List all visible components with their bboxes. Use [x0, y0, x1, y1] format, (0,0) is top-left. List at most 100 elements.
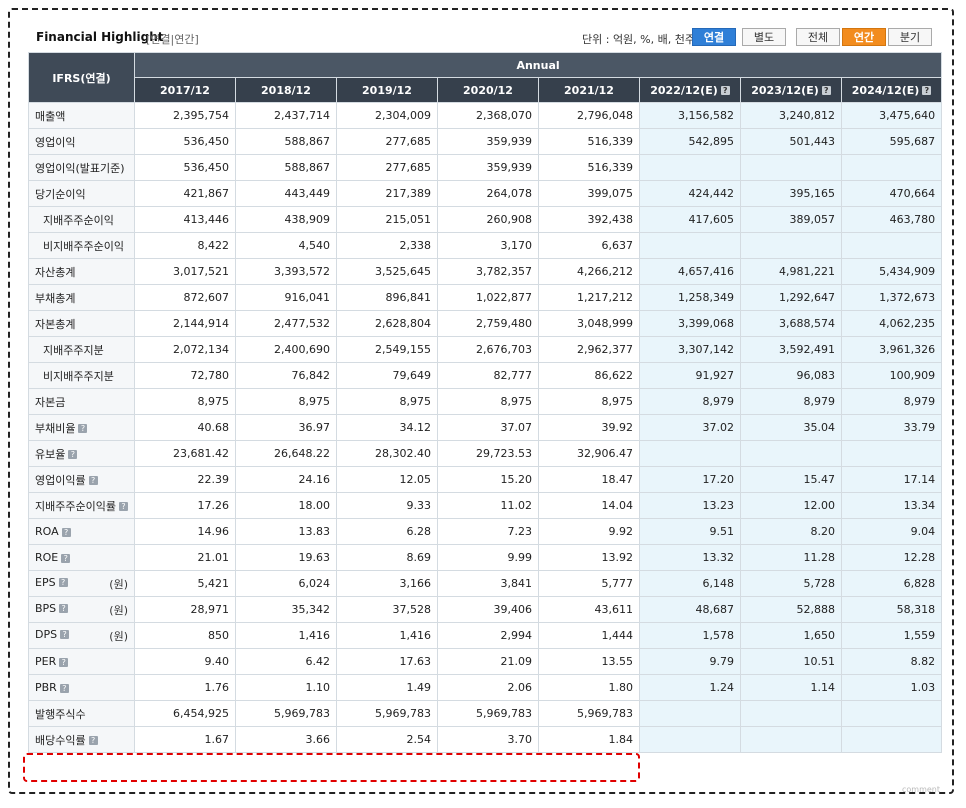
value-cell: 395,165 [740, 180, 842, 207]
value-cell: 13.34 [840, 492, 943, 519]
row-label: 비지배주주순이익 [43, 239, 124, 253]
table-row: PER? 9.40 6.42 17.63 21.09 13.55 9.79 10.51 8.82 [28, 648, 943, 675]
value-cell: 217,389 [336, 180, 438, 207]
annual-button[interactable]: 연간 [842, 28, 886, 46]
value-cell: 29,723.53 [437, 440, 539, 467]
value-cell: 1.84 [538, 726, 640, 753]
value-cell: 48,687 [639, 596, 741, 623]
value-cell: 6,637 [538, 232, 640, 259]
help-icon[interactable]: ? [59, 683, 69, 693]
table-row: 자본금 8,975 8,975 8,975 8,975 8,975 8,979 8,979 8,… [28, 388, 943, 415]
value-cell: 1.49 [336, 674, 438, 701]
help-icon[interactable]: ? [88, 476, 98, 485]
value-cell: 86,622 [538, 362, 640, 389]
table-row: 당기순이익 421,867 443,449 217,389 264,078 399,075… [28, 180, 943, 207]
value-cell: 37,528 [336, 596, 438, 623]
value-cell: 3,399,068 [639, 310, 741, 337]
value-cell: 516,339 [538, 154, 640, 181]
estimate-help-icon[interactable]: ? [922, 86, 932, 95]
row-label-cell: 지배주주순이익률? [28, 492, 135, 519]
value-cell: 2,962,377 [538, 336, 640, 363]
year-header-row: 2017/12 2018/12 2019/12 2020/12 2021/12 2022/… [29, 77, 943, 103]
value-cell: 359,939 [437, 128, 539, 155]
value-cell: 850 [134, 622, 236, 649]
value-cell: 5,434,909 [840, 258, 943, 285]
row-label-cell: 영업이익(발표기준) [28, 154, 135, 181]
separate-button[interactable]: 별도 [742, 28, 786, 46]
year-header: 2020/12 [437, 77, 539, 103]
value-cell: 3,782,357 [437, 258, 539, 285]
value-cell: 18.00 [235, 492, 337, 519]
value-cell: 10.51 [740, 648, 842, 675]
value-cell: 13.83 [235, 518, 337, 545]
value-cell: 13.23 [639, 492, 741, 519]
value-cell: 22.39 [134, 466, 236, 493]
year-header: 2017/12 [134, 77, 236, 103]
help-icon[interactable]: ? [59, 657, 69, 667]
value-cell: 17.26 [134, 492, 236, 519]
value-cell: 9.04 [840, 518, 943, 545]
value-cell: 2,477,532 [235, 310, 337, 337]
value-cell: 1,559 [840, 622, 943, 649]
value-cell: 91,927 [639, 362, 741, 389]
table-row: DPS? (원) 850 1,416 1,416 2,994 1,444 1,578 1,650… [28, 622, 943, 649]
value-cell: 2,796,048 [538, 102, 640, 129]
row-label: 자본금 [35, 395, 66, 409]
row-label: EPS [35, 575, 56, 589]
year-label: 2018/12 [261, 83, 311, 97]
value-cell: 3,841 [437, 570, 539, 597]
row-label-cell: 지배주주지분 [28, 336, 135, 363]
value-cell: 438,909 [235, 206, 337, 233]
value-cell: 2,395,754 [134, 102, 236, 129]
value-cell: 4,540 [235, 232, 337, 259]
row-label: 영업이익률 [35, 473, 86, 487]
financial-highlight-table: IFRS(연결) Annual 2017/12 2018/12 2019/12 202… [28, 52, 943, 753]
value-cell: 3,307,142 [639, 336, 741, 363]
footer-comment[interactable]: comment [902, 785, 940, 794]
value-cell: 32,906.47 [538, 440, 640, 467]
value-cell: 6,148 [639, 570, 741, 597]
quarter-button[interactable]: 분기 [888, 28, 932, 46]
value-cell: 6,828 [840, 570, 943, 597]
ifrs-corner-header: IFRS(연결) [28, 52, 135, 103]
value-cell: 3,393,572 [235, 258, 337, 285]
value-cell: 2,759,480 [437, 310, 539, 337]
row-label-cell: PER? [28, 648, 135, 675]
help-icon[interactable]: ? [68, 450, 78, 459]
consolidated-button[interactable]: 연결 [692, 28, 736, 46]
value-cell: 421,867 [134, 180, 236, 207]
value-cell: 52,888 [740, 596, 842, 623]
value-cell: 1,578 [639, 622, 741, 649]
value-cell: 8.82 [840, 648, 943, 675]
value-cell: 4,062,235 [840, 310, 943, 337]
help-icon[interactable]: ? [61, 553, 71, 563]
value-cell: 2,676,703 [437, 336, 539, 363]
value-cell: 3,592,491 [740, 336, 842, 363]
value-cell: 21.01 [134, 544, 236, 571]
help-icon[interactable]: ? [78, 424, 88, 433]
value-cell: 1.24 [639, 674, 741, 701]
value-cell: 392,438 [538, 206, 640, 233]
value-cell [639, 440, 741, 467]
row-label-cell: BPS? (원) [28, 596, 135, 623]
value-cell: 2,368,070 [437, 102, 539, 129]
estimate-help-icon[interactable]: ? [821, 86, 831, 95]
help-icon[interactable]: ? [58, 578, 68, 587]
unit-label: 단위 : 억원, %, 배, 천주 [582, 33, 695, 46]
row-label-cell: 지배주주순이익 [28, 206, 135, 233]
table-row: 발행주식수 6,454,925 5,969,783 5,969,783 5,969,78… [28, 700, 943, 727]
help-icon[interactable]: ? [60, 630, 70, 639]
help-icon[interactable]: ? [88, 736, 98, 745]
all-period-button[interactable]: 전체 [796, 28, 840, 46]
help-icon[interactable]: ? [61, 527, 71, 537]
value-cell: 12.00 [740, 492, 842, 519]
help-icon[interactable]: ? [118, 502, 128, 511]
row-label: 영업이익 [35, 135, 76, 149]
help-icon[interactable]: ? [59, 604, 69, 613]
value-cell: 14.04 [538, 492, 640, 519]
value-cell: 277,685 [336, 128, 438, 155]
row-label: 당기순이익 [35, 187, 86, 201]
estimate-help-icon[interactable]: ? [720, 86, 730, 95]
row-label-cell: 배당수익률? [28, 726, 135, 753]
table-row: 매출액 2,395,754 2,437,714 2,304,009 2,368,070 2… [28, 102, 943, 129]
